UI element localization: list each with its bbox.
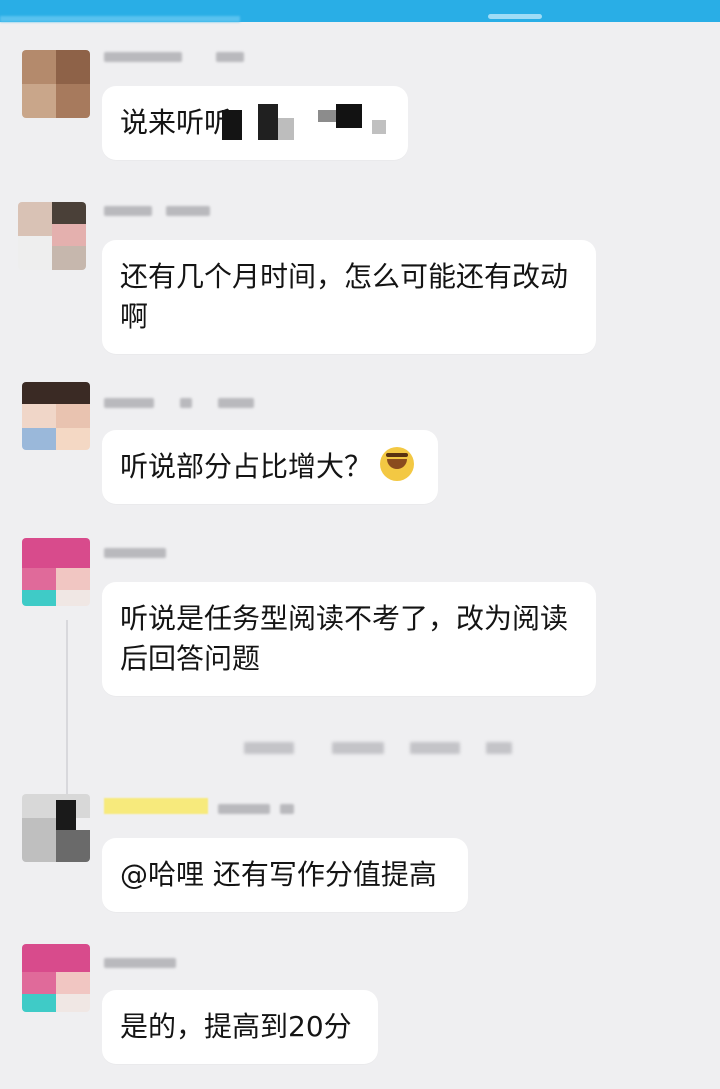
- message-bubble[interactable]: @哈哩 还有写作分值提高: [102, 838, 468, 912]
- system-notice-blurred: [244, 742, 294, 754]
- message-bubble[interactable]: 还有几个月时间，怎么可能还有改动啊: [102, 240, 596, 354]
- avatar[interactable]: [22, 794, 90, 862]
- notch-pill: [488, 14, 542, 19]
- system-notice-blurred: [332, 742, 384, 754]
- status-bar-blur: [0, 16, 240, 22]
- avatar[interactable]: [22, 538, 90, 606]
- avatar[interactable]: [18, 202, 86, 270]
- avatar[interactable]: [22, 944, 90, 1012]
- message-text: 说来听听: [120, 106, 233, 139]
- message-text: 听说是任务型阅读不考了，改为阅读后回答问题: [120, 602, 569, 675]
- message-bubble[interactable]: 是的，提高到20分: [102, 990, 378, 1064]
- reply-thread-line: [66, 620, 68, 810]
- message-text: 听说部分占比增大？: [120, 450, 373, 483]
- avatar[interactable]: [22, 382, 90, 450]
- avatar[interactable]: [22, 50, 90, 118]
- message-bubble[interactable]: 听说部分占比增大？: [102, 430, 438, 504]
- system-notice-blurred: [486, 742, 512, 754]
- redacted-mosaic: [222, 104, 392, 144]
- system-notice-blurred: [410, 742, 460, 754]
- message-text: 是的，提高到20分: [120, 1010, 352, 1043]
- laughing-emoji-icon: [380, 447, 415, 481]
- message-bubble[interactable]: 听说是任务型阅读不考了，改为阅读后回答问题: [102, 582, 596, 696]
- message-text: 还有几个月时间，怎么可能还有改动啊: [120, 260, 569, 333]
- sender-title-badge-blurred[interactable]: [104, 798, 208, 814]
- message-text: @哈哩 还有写作分值提高: [120, 858, 437, 891]
- status-bar: [0, 0, 720, 22]
